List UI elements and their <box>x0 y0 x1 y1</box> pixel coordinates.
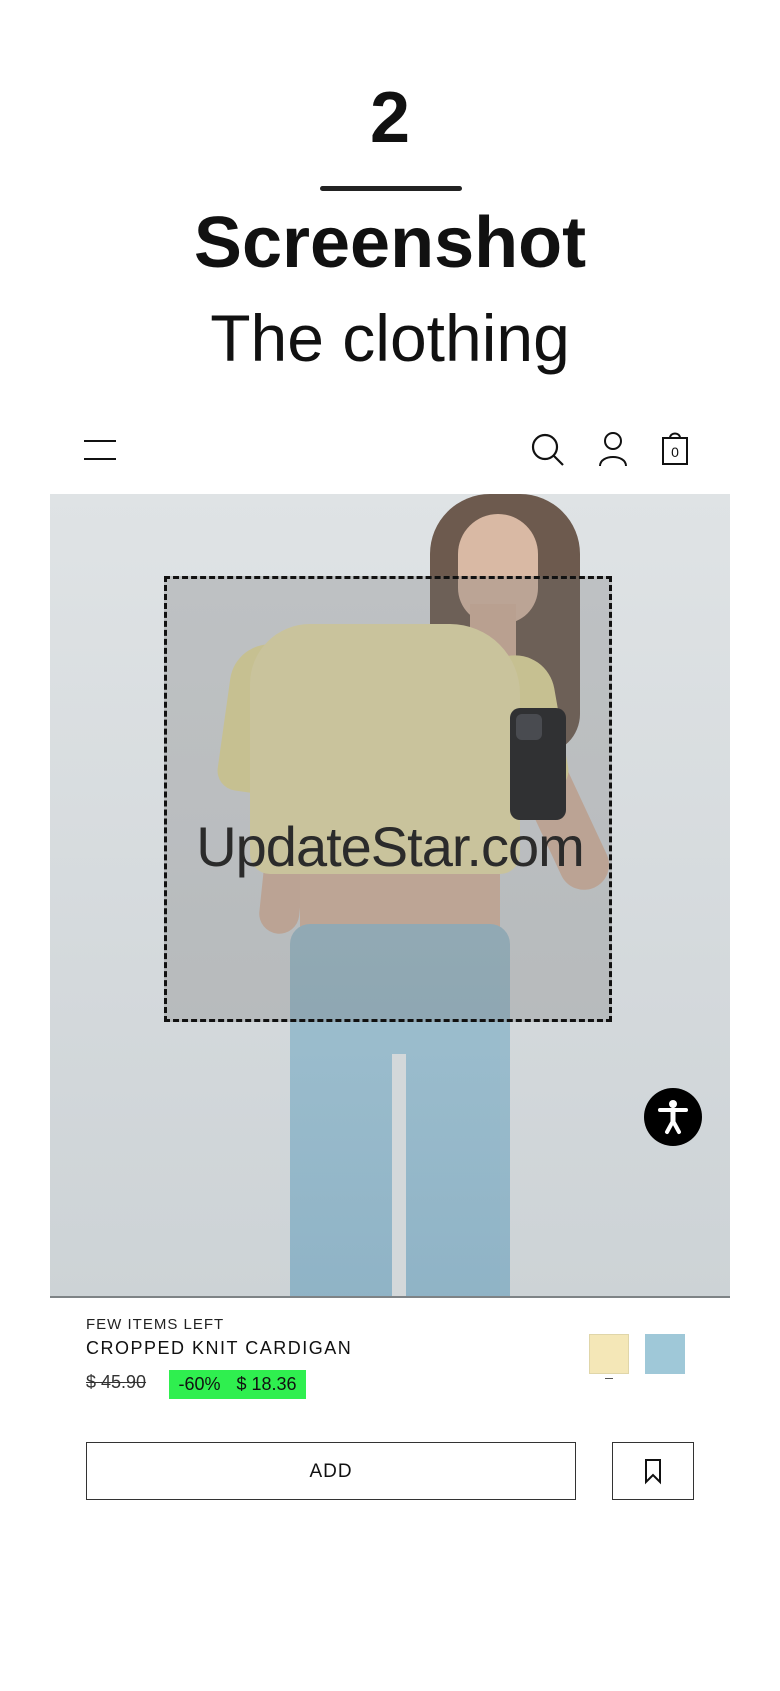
menu-icon[interactable] <box>84 430 118 470</box>
search-icon[interactable] <box>530 430 566 470</box>
bag-count: 0 <box>671 444 679 460</box>
jeans-leg-gap <box>392 1054 406 1298</box>
watermark-text: UpdateStar.com <box>196 815 585 878</box>
accessibility-icon <box>658 1100 688 1134</box>
discount-percent: -60% <box>178 1374 221 1394</box>
bookmark-icon <box>645 1459 661 1485</box>
user-icon[interactable] <box>596 430 630 470</box>
old-price: $ 45.90 <box>86 1372 147 1392</box>
product-image[interactable]: UpdateStar.com <box>50 494 730 1298</box>
color-swatch-blue[interactable] <box>645 1334 685 1374</box>
image-divider <box>50 1296 730 1298</box>
bag-icon[interactable]: 0 <box>662 430 694 470</box>
accessibility-button[interactable] <box>644 1088 702 1146</box>
swatch-selected-indicator <box>605 1378 613 1379</box>
watermark-box <box>164 576 612 1022</box>
add-button[interactable]: ADD <box>86 1442 576 1500</box>
product-name[interactable]: CROPPED KNIT CARDIGAN <box>86 1338 352 1359</box>
sale-badge: -60% $ 18.36 <box>169 1370 306 1399</box>
hero-title: Screenshot <box>193 203 587 283</box>
stock-label: FEW ITEMS LEFT <box>86 1316 225 1333</box>
color-swatch-yellow[interactable] <box>589 1334 629 1374</box>
hero-divider <box>320 186 462 191</box>
bookmark-button[interactable] <box>612 1442 694 1500</box>
hero-subtitle: The clothing <box>210 301 570 375</box>
hero-number: 2 <box>369 78 411 158</box>
sale-price: $ 18.36 <box>236 1374 297 1394</box>
